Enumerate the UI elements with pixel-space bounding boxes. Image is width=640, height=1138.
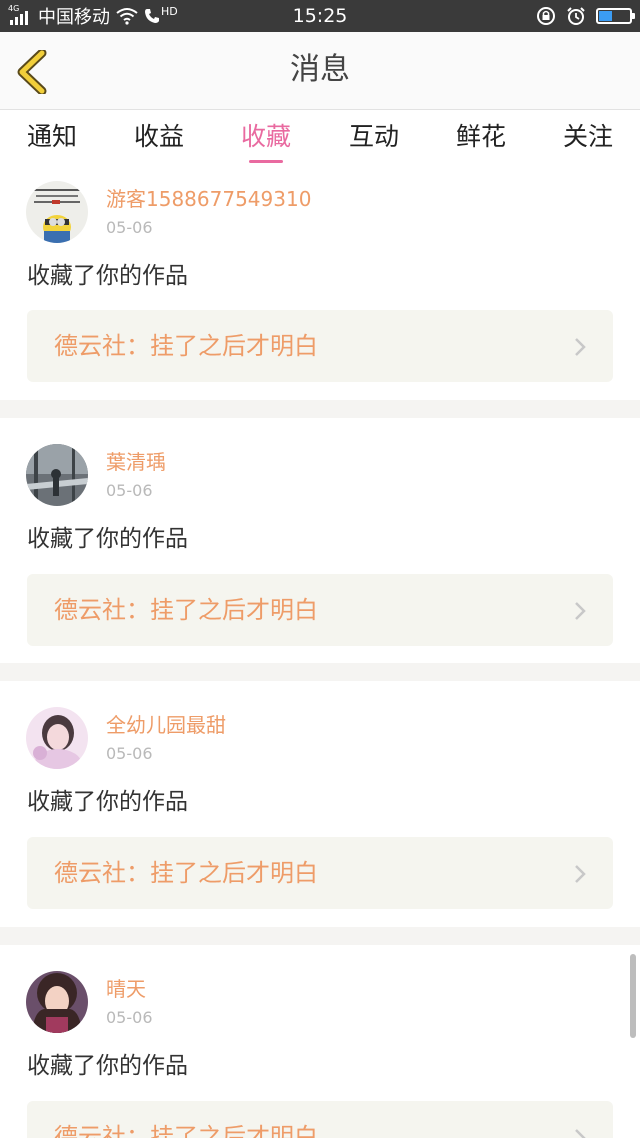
avatar[interactable]	[26, 707, 88, 769]
back-chevron-icon	[17, 48, 47, 96]
status-right	[536, 0, 635, 32]
chevron-right-icon	[575, 602, 586, 620]
user-name[interactable]: 葉清瑀	[106, 450, 166, 474]
work-title: 德云社：挂了之后才明白	[54, 1123, 318, 1138]
avatar[interactable]	[26, 181, 88, 243]
list-item: 全幼儿园最甜 05-06 收藏了你的作品 德云社：挂了之后才明白	[0, 681, 640, 927]
signal-icon: 4G	[8, 5, 32, 27]
chevron-right-icon	[575, 1129, 586, 1138]
timestamp: 05-06	[106, 481, 153, 500]
action-text: 收藏了你的作品	[27, 789, 188, 815]
user-name[interactable]: 游客1588677549310	[106, 187, 311, 211]
timestamp: 05-06	[106, 218, 153, 237]
chevron-right-icon	[575, 338, 586, 356]
avatar[interactable]	[26, 971, 88, 1033]
work-link[interactable]: 德云社：挂了之后才明白	[27, 1101, 613, 1138]
tab-interaction[interactable]: 互动	[338, 111, 410, 167]
work-link[interactable]: 德云社：挂了之后才明白	[27, 574, 613, 646]
status-left: 4G 中国移动 HD	[8, 0, 178, 32]
action-text: 收藏了你的作品	[27, 1053, 188, 1079]
user-name[interactable]: 晴天	[106, 977, 146, 1001]
hd-call-icon: HD	[144, 4, 178, 24]
tab-earnings[interactable]: 收益	[123, 111, 195, 167]
tab-flowers[interactable]: 鲜花	[445, 111, 517, 167]
tab-bar: 通知 收益 收藏 互动 鲜花 关注	[0, 111, 640, 167]
avatar[interactable]	[26, 444, 88, 506]
action-text: 收藏了你的作品	[27, 526, 188, 552]
wifi-icon	[116, 8, 138, 25]
divider	[0, 400, 640, 418]
battery-icon	[596, 8, 635, 24]
rotation-lock-icon	[537, 7, 555, 25]
user-name[interactable]: 全幼儿园最甜	[106, 713, 226, 737]
favorites-list: 游客1588677549310 05-06 收藏了你的作品 德云社：挂了之后才明…	[0, 167, 640, 1138]
divider	[0, 927, 640, 945]
divider	[0, 663, 640, 681]
list-item: 游客1588677549310 05-06 收藏了你的作品 德云社：挂了之后才明…	[0, 167, 640, 400]
tab-follow[interactable]: 关注	[552, 111, 624, 167]
timestamp: 05-06	[106, 744, 153, 763]
list-item: 晴天 05-06 收藏了你的作品 德云社：挂了之后才明白	[0, 945, 640, 1138]
work-title: 德云社：挂了之后才明白	[54, 332, 318, 360]
work-title: 德云社：挂了之后才明白	[54, 859, 318, 887]
alarm-icon	[567, 7, 585, 25]
tab-notice[interactable]: 通知	[16, 111, 88, 167]
timestamp: 05-06	[106, 1008, 153, 1027]
work-title: 德云社：挂了之后才明白	[54, 596, 318, 624]
scrollbar[interactable]	[630, 954, 636, 1038]
hd-label: HD	[161, 4, 178, 18]
active-tab-indicator	[249, 160, 283, 163]
page-title: 消息	[290, 52, 350, 87]
top-nav-bar: 消息	[0, 32, 640, 110]
action-text: 收藏了你的作品	[27, 263, 188, 289]
carrier-name: 中国移动	[38, 7, 110, 28]
chevron-right-icon	[575, 865, 586, 883]
tab-favorites[interactable]: 收藏	[230, 111, 302, 167]
status-bar: 4G 中国移动 HD 15:25	[0, 0, 640, 32]
work-link[interactable]: 德云社：挂了之后才明白	[27, 310, 613, 382]
list-item: 葉清瑀 05-06 收藏了你的作品 德云社：挂了之后才明白	[0, 418, 640, 663]
back-button[interactable]	[14, 48, 54, 96]
work-link[interactable]: 德云社：挂了之后才明白	[27, 837, 613, 909]
